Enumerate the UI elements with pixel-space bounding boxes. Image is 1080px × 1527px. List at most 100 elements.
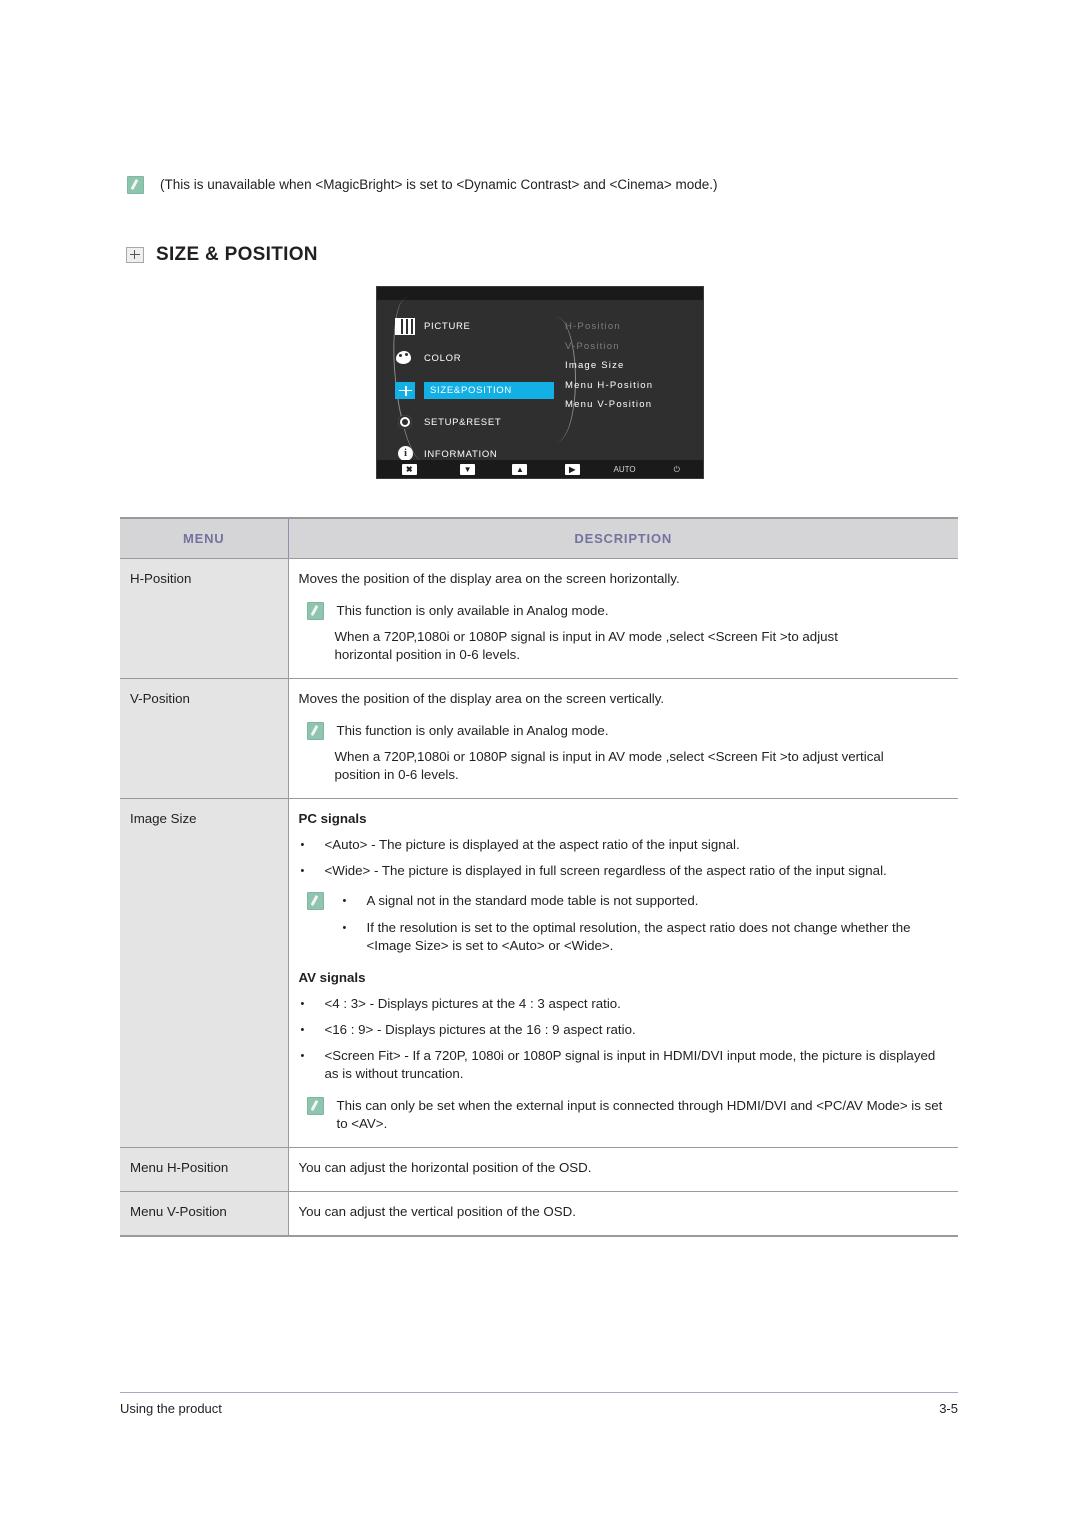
menu-cell-menu-v-position: Menu V-Position bbox=[120, 1191, 289, 1237]
osd-submenu: H-Position V-Position Image Size Menu H-… bbox=[565, 317, 697, 415]
color-icon bbox=[395, 350, 415, 367]
osd-button-power-slot: ⏻ bbox=[651, 464, 703, 475]
description-lead: Moves the position of the display area o… bbox=[298, 691, 665, 706]
footer-section-label: Using the product bbox=[120, 1401, 222, 1416]
list-item-text: A signal not in the standard mode table … bbox=[366, 893, 699, 908]
menu-cell-image-size: Image Size bbox=[120, 798, 289, 1148]
osd-menu-label: SETUP&RESET bbox=[424, 416, 502, 428]
note-continuation: When a 720P,1080i or 1080P signal is inp… bbox=[335, 628, 945, 664]
note-cont-line-1: When a 720P,1080i or 1080P signal is inp… bbox=[334, 629, 838, 644]
note-body: This can only be set when the external i… bbox=[337, 1097, 945, 1133]
note-text: This function is only available in Analo… bbox=[336, 723, 609, 738]
note-icon bbox=[306, 892, 324, 910]
table-row: Menu V-Position You can adjust the verti… bbox=[120, 1191, 958, 1237]
footer-divider bbox=[120, 1392, 958, 1393]
page-number: 3-5 bbox=[939, 1401, 958, 1416]
table-row: H-Position Moves the position of the dis… bbox=[120, 558, 958, 679]
menu-cell-h-position: H-Position bbox=[120, 558, 289, 679]
note-icon bbox=[306, 602, 324, 620]
description-lead: Moves the position of the display area o… bbox=[298, 571, 680, 586]
osd-button-exit-slot: ✖ bbox=[377, 463, 442, 475]
list-item-text: <16 : 9> - Displays pictures at the 16 :… bbox=[324, 1022, 636, 1037]
note-body: This function is only available in Analo… bbox=[337, 602, 945, 620]
note-cont-line-1: When a 720P,1080i or 1080P signal is inp… bbox=[334, 749, 884, 764]
list-item: • <Wide> - The picture is displayed in f… bbox=[299, 862, 945, 880]
top-note: (This is unavailable when <MagicBright> … bbox=[127, 176, 718, 194]
column-header-description: DESCRIPTION bbox=[288, 517, 958, 559]
osd-submenu-item-menu-v-position[interactable]: Menu V-Position bbox=[565, 395, 697, 415]
osd-menu-label: INFORMATION bbox=[424, 448, 498, 460]
osd-menu-screenshot: PICTURE COLOR SIZE&POSITION SETUP&RESET … bbox=[376, 286, 704, 479]
osd-button-enter-slot: ▶ bbox=[546, 463, 598, 475]
description-cell-h-position: Moves the position of the display area o… bbox=[288, 558, 958, 679]
table-row: Menu H-Position You can adjust the horiz… bbox=[120, 1147, 958, 1192]
bullet-marker: • bbox=[300, 1024, 305, 1036]
down-arrow-icon[interactable]: ▼ bbox=[460, 463, 476, 475]
osd-submenu-item-v-position[interactable]: V-Position bbox=[565, 337, 697, 357]
note-block: This can only be set when the external i… bbox=[306, 1097, 945, 1133]
osd-menu-label: COLOR bbox=[424, 352, 462, 364]
document-page: (This is unavailable when <MagicBright> … bbox=[0, 0, 1080, 1527]
note-block: This function is only available in Analo… bbox=[306, 722, 945, 740]
osd-menu-item-color[interactable]: COLOR bbox=[395, 345, 555, 371]
table-header-row: MENU DESCRIPTION bbox=[120, 517, 958, 559]
bullet-marker: • bbox=[300, 1050, 305, 1062]
osd-button-down-slot: ▼ bbox=[442, 463, 494, 475]
note-cont-line-2: horizontal position in 0-6 levels. bbox=[334, 647, 521, 662]
note-block: • A signal not in the standard mode tabl… bbox=[306, 892, 945, 955]
description-cell-v-position: Moves the position of the display area o… bbox=[288, 678, 958, 799]
column-header-menu: MENU bbox=[120, 517, 289, 559]
osd-left-menu: PICTURE COLOR SIZE&POSITION SETUP&RESET … bbox=[395, 313, 555, 473]
description-cell-image-size: PC signals • <Auto> - The picture is dis… bbox=[288, 798, 958, 1148]
osd-top-bar bbox=[377, 287, 703, 300]
note-cont-line-2: position in 0-6 levels. bbox=[334, 767, 459, 782]
section-heading: SIZE & POSITION bbox=[126, 244, 318, 266]
osd-menu-item-size-position[interactable]: SIZE&POSITION bbox=[395, 377, 555, 403]
bullet-marker: • bbox=[300, 865, 305, 877]
note-icon-wrapper bbox=[306, 892, 343, 910]
osd-button-auto-slot: AUTO bbox=[598, 464, 650, 475]
table-row: V-Position Moves the position of the dis… bbox=[120, 678, 958, 799]
table-row: Image Size PC signals • <Auto> - The pic… bbox=[120, 798, 958, 1148]
note-body: This function is only available in Analo… bbox=[337, 722, 945, 740]
osd-bottom-bar: ✖ ▼ ▲ ▶ AUTO ⏻ bbox=[377, 460, 703, 478]
enter-icon[interactable]: ▶ bbox=[564, 463, 580, 475]
note-block: This function is only available in Analo… bbox=[306, 602, 945, 620]
top-note-text: (This is unavailable when <MagicBright> … bbox=[160, 177, 718, 192]
osd-menu-label: PICTURE bbox=[424, 320, 471, 332]
pc-signals-heading: PC signals bbox=[298, 811, 367, 826]
list-item: • If the resolution is set to the optima… bbox=[343, 919, 945, 955]
note-text: This can only be set when the external i… bbox=[336, 1098, 943, 1131]
page-title: SIZE & POSITION bbox=[156, 244, 318, 265]
power-icon[interactable]: ⏻ bbox=[674, 464, 680, 475]
list-item-text: <4 : 3> - Displays pictures at the 4 : 3… bbox=[324, 996, 621, 1011]
size-position-icon bbox=[126, 247, 144, 263]
osd-submenu-item-menu-h-position[interactable]: Menu H-Position bbox=[565, 376, 697, 396]
note-icon bbox=[306, 1097, 324, 1115]
note-icon bbox=[127, 176, 144, 194]
list-item: • <Auto> - The picture is displayed at t… bbox=[299, 836, 945, 854]
osd-menu-item-picture[interactable]: PICTURE bbox=[395, 313, 555, 339]
list-item-text: <Screen Fit> - If a 720P, 1080i or 1080P… bbox=[324, 1048, 936, 1081]
auto-icon[interactable]: AUTO bbox=[614, 464, 636, 475]
osd-menu-label: SIZE&POSITION bbox=[424, 381, 554, 399]
size-position-icon bbox=[395, 381, 415, 399]
bullet-marker: • bbox=[300, 998, 305, 1010]
menu-cell-v-position: V-Position bbox=[120, 678, 289, 799]
list-item: • <16 : 9> - Displays pictures at the 16… bbox=[299, 1021, 945, 1039]
osd-submenu-item-h-position[interactable]: H-Position bbox=[565, 317, 697, 337]
up-arrow-icon[interactable]: ▲ bbox=[512, 463, 528, 475]
note-body: • A signal not in the standard mode tabl… bbox=[343, 892, 945, 955]
menu-cell-menu-h-position: Menu H-Position bbox=[120, 1147, 289, 1192]
osd-submenu-item-image-size[interactable]: Image Size bbox=[565, 356, 697, 376]
bullet-marker: • bbox=[342, 895, 347, 907]
note-continuation: When a 720P,1080i or 1080P signal is inp… bbox=[335, 748, 945, 784]
bullet-marker: • bbox=[342, 922, 347, 934]
osd-menu-item-setup-reset[interactable]: SETUP&RESET bbox=[395, 409, 555, 435]
exit-icon[interactable]: ✖ bbox=[401, 463, 417, 475]
